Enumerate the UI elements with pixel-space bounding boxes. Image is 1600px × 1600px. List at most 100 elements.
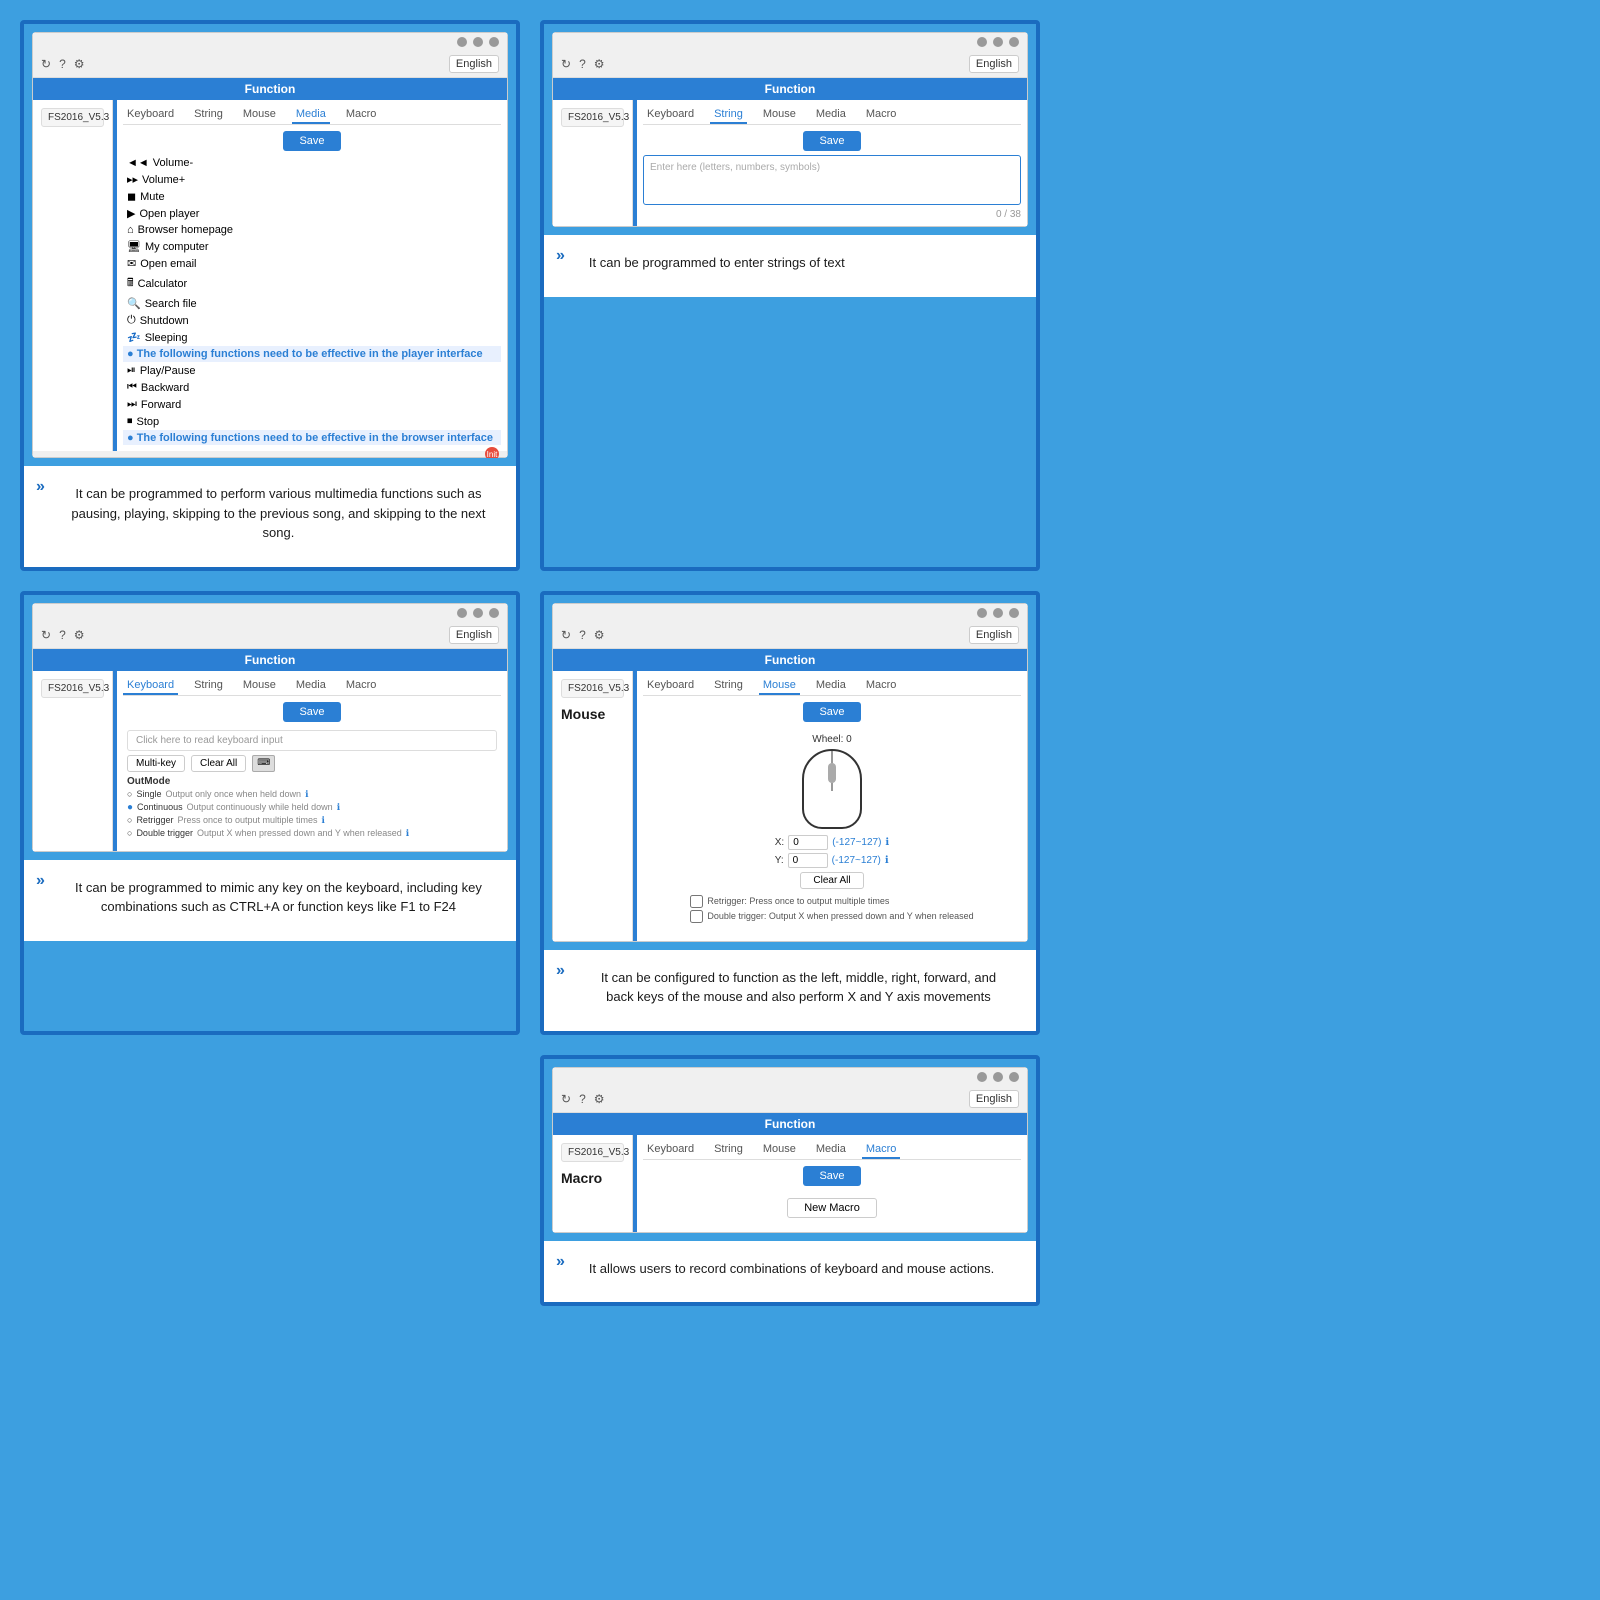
- media-save-button[interactable]: Save: [283, 131, 340, 151]
- tab-mouse[interactable]: Mouse: [759, 1141, 800, 1159]
- refresh-icon[interactable]: ↻: [561, 628, 571, 642]
- refresh-icon[interactable]: ↻: [41, 628, 51, 642]
- minimize-icon[interactable]: [977, 37, 987, 47]
- list-item[interactable]: ◄◄Volume-: [123, 155, 501, 171]
- settings-icon[interactable]: ⚙: [594, 1092, 605, 1106]
- keyboard-save-button[interactable]: Save: [283, 702, 340, 722]
- tab-mouse[interactable]: Mouse: [759, 106, 800, 124]
- clear-all-button[interactable]: Clear All: [191, 755, 246, 772]
- list-item[interactable]: ✉Open email: [123, 255, 501, 272]
- tab-string[interactable]: String: [190, 106, 227, 124]
- settings-icon[interactable]: ⚙: [594, 57, 605, 71]
- device-label[interactable]: FS2016_V5.3: [561, 108, 624, 127]
- refresh-icon[interactable]: ↻: [561, 57, 571, 71]
- close-icon[interactable]: [1009, 1072, 1019, 1082]
- tab-macro[interactable]: Macro: [342, 106, 381, 124]
- tab-string[interactable]: String: [710, 106, 747, 124]
- double-trigger-checkbox[interactable]: [690, 910, 703, 923]
- keyboard-input[interactable]: Click here to read keyboard input: [127, 730, 497, 751]
- tab-macro[interactable]: Macro: [342, 677, 381, 695]
- list-item[interactable]: ⏮Backward: [123, 379, 501, 396]
- list-item[interactable]: ⌂Browser homepage: [123, 222, 501, 238]
- language-select[interactable]: English: [969, 55, 1019, 73]
- language-select[interactable]: English: [969, 1090, 1019, 1108]
- language-select[interactable]: English: [449, 55, 499, 73]
- tab-keyboard[interactable]: Keyboard: [123, 677, 178, 695]
- radio-continuous[interactable]: ●: [127, 802, 133, 813]
- tab-string[interactable]: String: [710, 1141, 747, 1159]
- list-item[interactable]: ▸▸Volume+: [123, 171, 501, 188]
- list-item[interactable]: 🖩Calculator: [123, 272, 501, 295]
- maximize-icon[interactable]: [473, 608, 483, 618]
- help-icon[interactable]: ?: [579, 57, 586, 71]
- device-label[interactable]: FS2016_V5.3: [41, 679, 104, 698]
- close-icon[interactable]: [1009, 608, 1019, 618]
- close-icon[interactable]: [489, 608, 499, 618]
- x-input[interactable]: [788, 835, 828, 850]
- settings-icon[interactable]: ⚙: [74, 57, 85, 71]
- help-icon[interactable]: ?: [59, 628, 66, 642]
- tab-keyboard[interactable]: Keyboard: [643, 106, 698, 124]
- device-label[interactable]: FS2016_V5.3: [561, 679, 624, 698]
- refresh-icon[interactable]: ↻: [41, 57, 51, 71]
- multi-key-button[interactable]: Multi-key: [127, 755, 185, 772]
- close-icon[interactable]: [489, 37, 499, 47]
- close-icon[interactable]: [1009, 37, 1019, 47]
- y-input[interactable]: [788, 853, 828, 868]
- radio-single[interactable]: ○: [127, 789, 132, 799]
- refresh-icon[interactable]: ↻: [561, 1092, 571, 1106]
- device-label[interactable]: FS2016_V5.3: [561, 1143, 624, 1162]
- mouse-clear-all-button[interactable]: Clear All: [800, 872, 863, 889]
- minimize-icon[interactable]: [457, 608, 467, 618]
- maximize-icon[interactable]: [993, 1072, 1003, 1082]
- tab-media[interactable]: Media: [812, 1141, 850, 1159]
- tab-macro[interactable]: Macro: [862, 677, 901, 695]
- maximize-icon[interactable]: [473, 37, 483, 47]
- radio-retrigger[interactable]: ○: [127, 815, 132, 825]
- language-select[interactable]: English: [969, 626, 1019, 644]
- tab-string[interactable]: String: [710, 677, 747, 695]
- string-input[interactable]: Enter here (letters, numbers, symbols): [643, 155, 1021, 205]
- list-item[interactable]: ◼Mute: [123, 188, 501, 205]
- help-icon[interactable]: ?: [59, 57, 66, 71]
- tab-keyboard[interactable]: Keyboard: [643, 677, 698, 695]
- list-item[interactable]: 🖥My computer: [123, 238, 501, 255]
- tab-string[interactable]: String: [190, 677, 227, 695]
- radio-doubletrigger[interactable]: ○: [127, 828, 132, 838]
- tab-media[interactable]: Media: [812, 677, 850, 695]
- tab-keyboard[interactable]: Keyboard: [123, 106, 178, 124]
- tab-media[interactable]: Media: [292, 677, 330, 695]
- language-select[interactable]: English: [449, 626, 499, 644]
- list-item[interactable]: ▶Open player: [123, 205, 501, 222]
- list-item[interactable]: ⏯Play/Pause: [123, 362, 501, 379]
- tab-mouse[interactable]: Mouse: [759, 677, 800, 695]
- settings-icon[interactable]: ⚙: [74, 628, 85, 642]
- help-icon[interactable]: ?: [579, 1092, 586, 1106]
- tab-mouse[interactable]: Mouse: [239, 106, 280, 124]
- maximize-icon[interactable]: [993, 37, 1003, 47]
- tab-macro[interactable]: Macro: [862, 106, 901, 124]
- maximize-icon[interactable]: [993, 608, 1003, 618]
- device-label[interactable]: FS2016_V5.3: [41, 108, 104, 127]
- minimize-icon[interactable]: [977, 608, 987, 618]
- info-icon: ℹ: [406, 828, 409, 839]
- list-item[interactable]: 💤Sleeping: [123, 329, 501, 346]
- tab-media[interactable]: Media: [812, 106, 850, 124]
- settings-icon[interactable]: ⚙: [594, 628, 605, 642]
- retrigger-checkbox[interactable]: [690, 895, 703, 908]
- mouse-save-button[interactable]: Save: [803, 702, 860, 722]
- list-item[interactable]: ⏹Stop: [123, 413, 501, 430]
- macro-save-button[interactable]: Save: [803, 1166, 860, 1186]
- list-item[interactable]: ⏭Forward: [123, 396, 501, 413]
- new-macro-button[interactable]: New Macro: [787, 1198, 877, 1218]
- tab-mouse[interactable]: Mouse: [239, 677, 280, 695]
- tab-macro[interactable]: Macro: [862, 1141, 901, 1159]
- list-item[interactable]: 🔍Search file: [123, 295, 501, 312]
- string-save-button[interactable]: Save: [803, 131, 860, 151]
- minimize-icon[interactable]: [457, 37, 467, 47]
- minimize-icon[interactable]: [977, 1072, 987, 1082]
- tab-media[interactable]: Media: [292, 106, 330, 124]
- help-icon[interactable]: ?: [579, 628, 586, 642]
- list-item[interactable]: ⏻Shutdown: [123, 312, 501, 329]
- tab-keyboard[interactable]: Keyboard: [643, 1141, 698, 1159]
